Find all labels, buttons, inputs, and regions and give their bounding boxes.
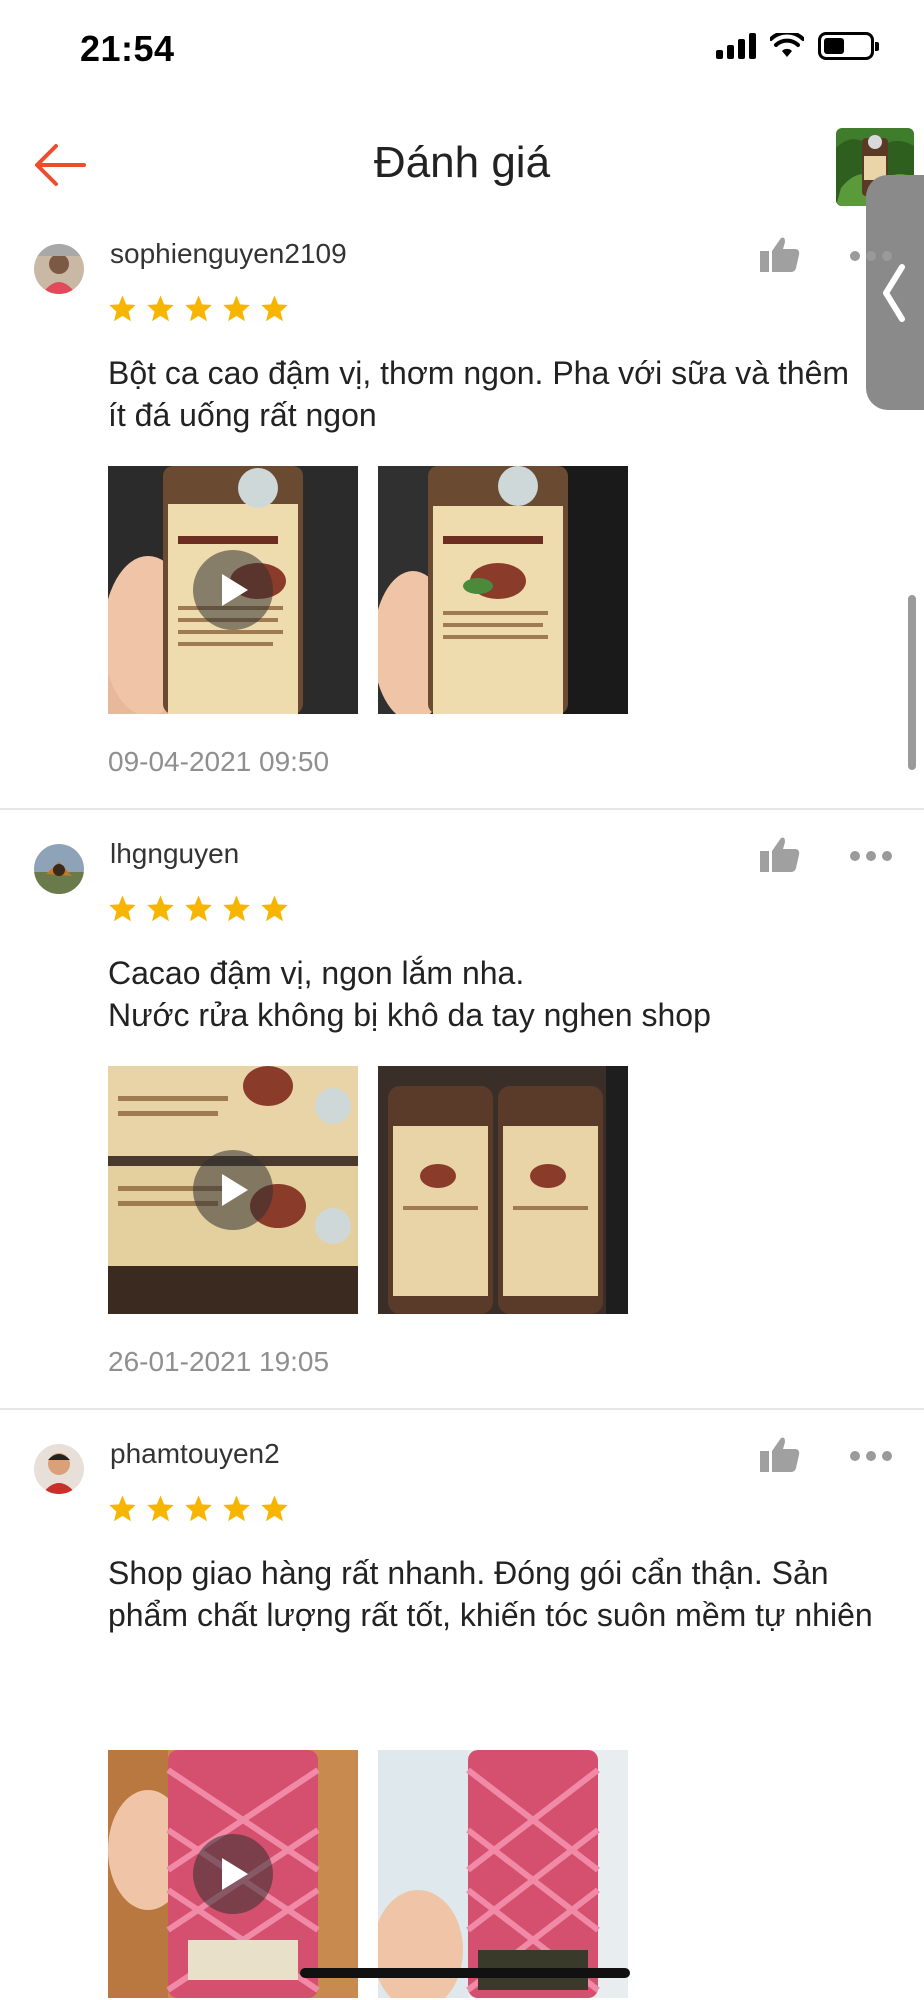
review-video-thumbnail[interactable] [108,1066,358,1314]
page-title: Đánh giá [373,138,551,187]
review-media [108,466,628,714]
more-options-button[interactable] [850,246,898,266]
more-dot [866,851,876,861]
review-image-thumbnail[interactable] [378,1066,628,1314]
reviewer-username[interactable]: phamtouyen2 [110,1438,280,1470]
more-options-button[interactable] [850,1446,898,1466]
star-icon [185,1495,212,1522]
thumbs-up-icon [760,1437,800,1472]
star-icon [109,295,136,322]
star-icon [109,895,136,922]
star-icon [185,895,212,922]
play-button[interactable] [193,550,273,630]
rating-stars [108,1494,289,1522]
review-date: 26-01-2021 19:05 [108,1346,330,1377]
more-dot [850,1451,860,1461]
rating-stars [108,894,289,922]
battery-level [824,38,844,54]
like-button[interactable] [760,836,804,876]
star-icon [223,295,250,322]
star-icon [223,895,250,922]
avatar[interactable] [34,244,84,294]
review-image-thumbnail[interactable] [378,1750,628,1998]
status-bar: 21:54 [0,0,924,100]
more-dot [866,251,876,261]
review-video-thumbnail[interactable] [108,466,358,714]
more-dot [882,1451,892,1461]
thumbs-up-icon [760,237,800,272]
more-dot [882,851,892,861]
review-date: 09-04-2021 09:50 [108,746,330,777]
play-button[interactable] [193,1834,273,1914]
review-text: Cacao đậm vị, ngon lắm nha. Nước rửa khô… [108,955,711,1033]
review-text: Bột ca cao đậm vị, thơm ngon. Pha với sữ… [108,355,850,433]
cellular-signal-icon [716,33,756,59]
play-button[interactable] [193,1150,273,1230]
reviewer-username[interactable]: lhgnguyen [110,838,239,870]
side-panel-tab[interactable] [866,175,924,410]
star-icon [147,895,174,922]
status-icons [716,32,879,60]
star-icon [147,1495,174,1522]
play-icon [222,574,248,606]
status-time: 21:54 [80,28,175,69]
home-indicator[interactable] [300,1968,630,1978]
review-media [108,1066,628,1314]
avatar[interactable] [34,844,84,894]
star-icon [185,295,212,322]
more-dot [850,251,860,261]
reviewer-username[interactable]: sophienguyen2109 [110,238,347,270]
review-media [108,1750,628,1998]
star-icon [261,1495,288,1522]
play-icon [222,1858,248,1890]
star-icon [223,1495,250,1522]
like-button[interactable] [760,1436,804,1476]
review-image-thumbnail[interactable] [378,466,628,714]
header: Đánh giá [0,110,924,220]
star-icon [261,895,288,922]
star-icon [147,295,174,322]
more-dot [850,851,860,861]
like-button[interactable] [760,236,804,276]
chevron-left-icon [883,264,905,322]
review-video-thumbnail[interactable] [108,1750,358,1998]
divider [0,808,924,810]
star-icon [261,295,288,322]
divider [0,1408,924,1410]
avatar[interactable] [34,1444,84,1494]
more-options-button[interactable] [850,846,898,866]
thumbs-up-icon [760,837,800,872]
more-dot [882,251,892,261]
more-dot [866,1451,876,1461]
star-icon [109,1495,136,1522]
battery-icon [818,32,879,60]
review-text: Shop giao hàng rất nhanh. Đóng gói cẩn t… [108,1555,873,1633]
rating-stars [108,294,289,322]
wifi-icon [770,33,804,57]
play-icon [222,1174,248,1206]
scrollbar[interactable] [908,595,916,770]
